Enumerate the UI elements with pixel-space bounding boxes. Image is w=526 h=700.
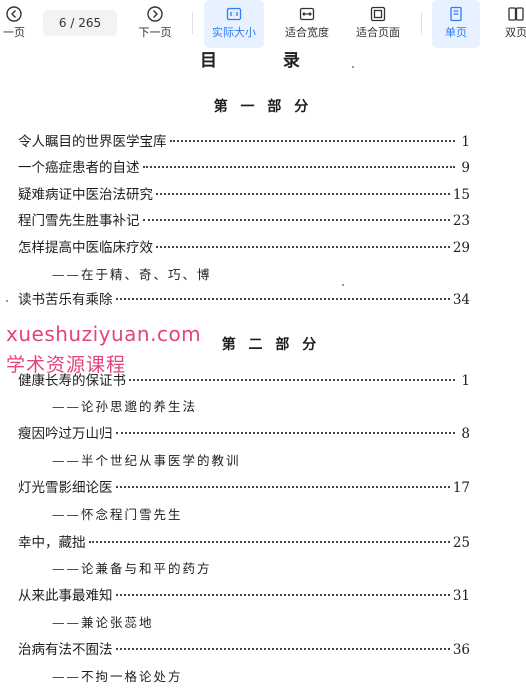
dot-leader: [129, 379, 455, 381]
toc-entry-page: 1: [461, 134, 470, 150]
single-page-icon: [450, 6, 462, 22]
next-page-button[interactable]: 下一页: [134, 0, 176, 48]
toc-entry-subtitle: ——半个世纪从事医学的教训: [52, 453, 241, 468]
toc-entry-page: 17: [452, 480, 470, 496]
toc-entry-title: 怎样提高中医临床疗效: [18, 240, 153, 256]
scan-speck: [6, 300, 8, 302]
document-page: 目 录 第 一 部 分 令人瞩目的世界医学宝库 1 一个癌症患者的自述 9 疑难…: [0, 48, 526, 700]
part-one-title: 第 一 部 分: [213, 99, 313, 115]
toc-entry[interactable]: 治病有法不囿法 36: [18, 638, 470, 658]
dot-leader: [142, 166, 455, 168]
dot-leader: [142, 219, 450, 221]
toc-entry[interactable]: 令人瞩目的世界医学宝库 1: [18, 130, 470, 150]
toc-entry-subtitle: ——兼论张蕊地: [52, 615, 154, 630]
toc-entry-page: 1: [461, 373, 470, 389]
double-page-button[interactable]: 双页: [496, 0, 526, 48]
toc-entry-page: 15: [452, 187, 470, 203]
toc-entry-title: 治病有法不囿法: [18, 642, 113, 658]
toc-entry-title: 令人瞩目的世界医学宝库: [18, 134, 167, 150]
toc-entry[interactable]: 怎样提高中医临床疗效 29: [18, 236, 470, 256]
chevron-right-icon: [147, 6, 163, 22]
toc-entry-title: 程门雪先生胜事补记: [18, 213, 140, 229]
scan-speck: [352, 66, 354, 68]
toolbar-divider: [421, 12, 422, 34]
prev-page-label: 一页: [3, 26, 25, 39]
dot-leader: [88, 541, 450, 543]
toc-entry-page: 31: [452, 588, 470, 604]
actual-size-button[interactable]: 实际大小: [204, 0, 264, 48]
toc-entry-subtitle: ——论兼备与和平的药方: [52, 561, 212, 576]
single-page-button[interactable]: 单页: [432, 0, 480, 48]
toc-entry-title: 瘦因吟过万山归: [18, 426, 113, 442]
toc-entry[interactable]: 程门雪先生胜事补记 23: [18, 209, 470, 229]
dot-leader: [115, 298, 450, 300]
toolbar-divider: [192, 12, 193, 34]
fit-width-label: 适合宽度: [285, 26, 329, 39]
fit-width-icon: [299, 7, 315, 21]
toc-entry-title: 幸中，藏拙: [18, 535, 86, 551]
toc-entry[interactable]: 瘦因吟过万山归 8: [18, 422, 470, 442]
toc-entry-subtitle: ——不拘一格论处方: [52, 669, 183, 684]
dot-leader: [115, 432, 455, 434]
single-page-label: 单页: [445, 26, 467, 39]
actual-size-label: 实际大小: [212, 26, 256, 39]
toc-entry-page: 36: [452, 642, 470, 658]
next-page-label: 下一页: [138, 26, 172, 39]
dot-leader: [115, 648, 450, 650]
viewer-toolbar: 一页 6 / 265 下一页 实际大小 适合宽度 适合页面 单页 双页: [0, 0, 526, 48]
toc-entry-title: 读书苦乐有乘除: [18, 292, 113, 308]
fit-page-label: 适合页面: [356, 26, 400, 39]
actual-size-icon: [226, 7, 242, 21]
toc-entry-page: 9: [461, 160, 470, 176]
toc-entry[interactable]: 健康长寿的保证书 1: [18, 369, 470, 389]
fit-page-button[interactable]: 适合页面: [350, 0, 406, 48]
toc-entry[interactable]: 疑难病证中医治法研究 15: [18, 183, 470, 203]
toc-entry-title: 疑难病证中医治法研究: [18, 187, 153, 203]
double-page-icon: [508, 7, 524, 21]
fit-width-button[interactable]: 适合宽度: [280, 0, 334, 48]
toc-entry[interactable]: 从来此事最难知 31: [18, 584, 470, 604]
toc-entry-subtitle: ——论孙思邈的养生法: [52, 399, 198, 414]
toc-entry-page: 23: [452, 213, 470, 229]
scan-speck: [342, 284, 344, 286]
toc-entry[interactable]: 读书苦乐有乘除 34: [18, 288, 470, 308]
toc-entry-page: 8: [461, 426, 470, 442]
chevron-left-icon: [6, 6, 22, 22]
dot-leader: [115, 594, 450, 596]
toc-entry-page: 25: [452, 535, 470, 551]
dot-leader: [169, 140, 455, 142]
dot-leader: [156, 246, 450, 248]
double-page-label: 双页: [505, 26, 526, 39]
fit-page-icon: [370, 6, 386, 22]
prev-page-button[interactable]: 一页: [0, 0, 34, 48]
part-two-title: 第 二 部 分: [221, 337, 321, 353]
dot-leader: [115, 486, 450, 488]
toc-entry-page: 29: [452, 240, 470, 256]
toc-entry-title: 健康长寿的保证书: [18, 373, 126, 389]
toc-entry-subtitle: ——在于精、奇、巧、博: [52, 267, 212, 282]
toc-entry-title: 一个癌症患者的自述: [18, 160, 140, 176]
toc-entry-title: 从来此事最难知: [18, 588, 113, 604]
toc-entry[interactable]: 灯光雪影细论医 17: [18, 476, 470, 496]
toc-heading: 目 录: [200, 51, 330, 71]
toc-entry-page: 34: [452, 292, 470, 308]
toc-entry[interactable]: 幸中，藏拙 25: [18, 531, 470, 551]
dot-leader: [156, 193, 450, 195]
page-number-input[interactable]: 6 / 265: [43, 10, 117, 36]
toc-entry-title: 灯光雪影细论医: [18, 480, 113, 496]
toc-entry[interactable]: 一个癌症患者的自述 9: [18, 156, 470, 176]
toc-entry-subtitle: ——怀念程门雪先生: [52, 507, 183, 522]
